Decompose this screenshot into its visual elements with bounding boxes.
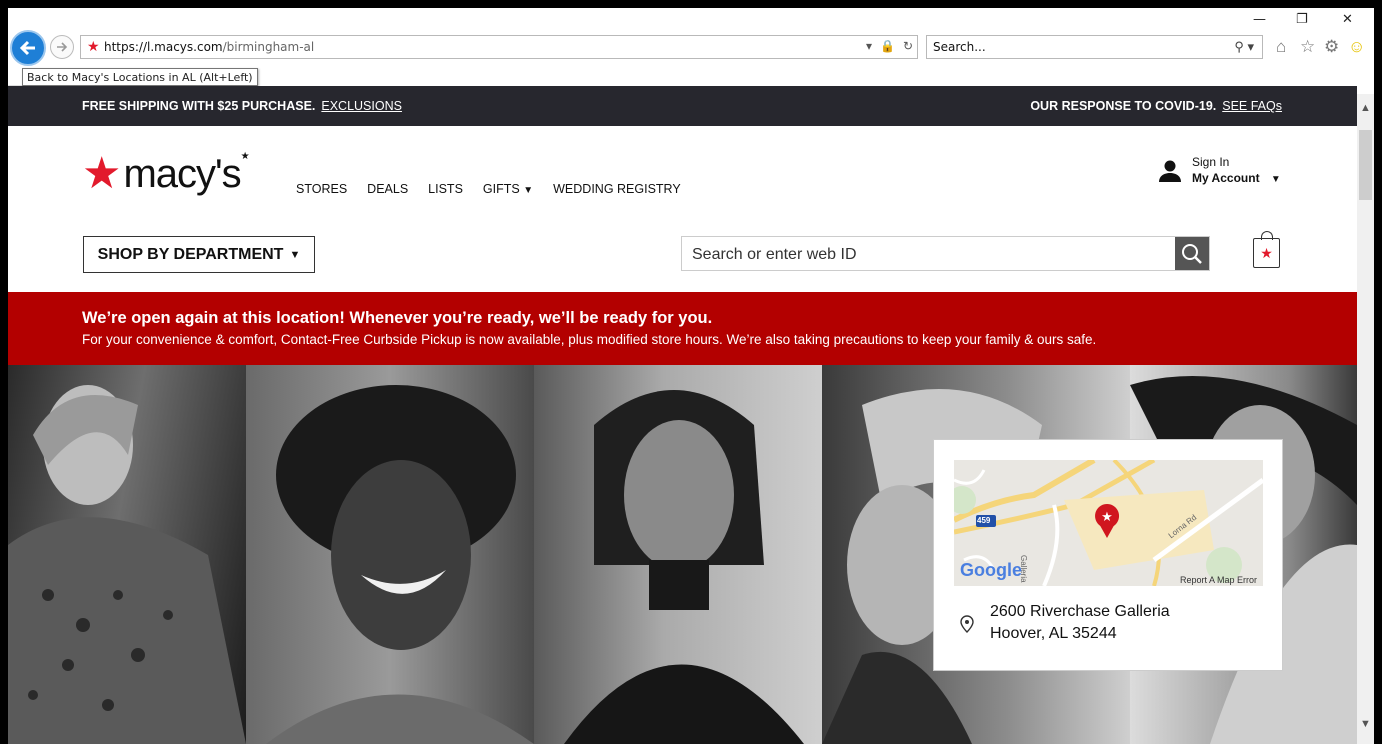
back-button[interactable] xyxy=(10,30,46,66)
home-icon[interactable]: ⌂ xyxy=(1276,37,1286,57)
scroll-up-icon[interactable]: ▲ xyxy=(1360,102,1371,114)
scrollbar-thumb[interactable] xyxy=(1359,130,1372,200)
macys-logo[interactable]: ★ macy's ★ xyxy=(82,149,250,198)
settings-gear-icon[interactable]: ⚙ xyxy=(1324,37,1339,57)
back-tooltip: Back to Macy's Locations in AL (Alt+Left… xyxy=(22,68,258,86)
model-portrait-2 xyxy=(266,385,534,744)
account-menu[interactable]: Sign In My Account ▼ xyxy=(1158,154,1281,188)
logo-small-star-icon: ★ xyxy=(240,150,250,162)
banner-headline: We’re open again at this location! Whene… xyxy=(82,309,713,327)
site-search-button[interactable] xyxy=(1175,237,1209,270)
browser-search-placeholder: Search... xyxy=(933,40,986,54)
url-host: https://l.macys.com xyxy=(104,40,223,54)
logo-wordmark: macy's xyxy=(123,152,241,196)
site-search-input[interactable]: Search or enter web ID xyxy=(681,236,1210,271)
nav-stores[interactable]: STORES xyxy=(296,182,347,196)
nav-gifts[interactable]: GIFTS ▼ xyxy=(483,182,533,196)
nav-gifts-label: GIFTS xyxy=(482,182,520,196)
restore-icon[interactable]: ❐ xyxy=(1296,12,1308,27)
smiley-feedback-icon[interactable]: ☺ xyxy=(1348,37,1365,57)
promo-bar: FREE SHIPPING WITH $25 PURCHASE. EXCLUSIO… xyxy=(8,86,1357,126)
nav-lists[interactable]: LISTS xyxy=(428,182,463,196)
store-map[interactable]: ★ 459 Galleria Lorna Rd Google Report A … xyxy=(954,460,1263,586)
forward-arrow-icon xyxy=(57,42,68,52)
nav-wedding-registry[interactable]: WEDDING REGISTRY xyxy=(553,182,681,196)
sign-in-link[interactable]: Sign In xyxy=(1192,154,1281,170)
search-icon[interactable]: ⚲ ▾ xyxy=(1234,39,1254,55)
hero-panel-3 xyxy=(534,365,822,744)
shopping-bag-button[interactable]: ★ xyxy=(1253,231,1280,268)
caret-down-icon: ▼ xyxy=(523,185,534,196)
free-shipping-text: FREE SHIPPING WITH $25 PURCHASE. xyxy=(82,99,316,113)
address-line-1: 2600 Riverchase Galleria xyxy=(990,603,1170,620)
covid-text: OUR RESPONSE TO COVID-19. xyxy=(1030,99,1217,113)
interstate-label: 459 xyxy=(977,516,991,525)
shop-by-department-label: SHOP BY DEPARTMENT xyxy=(97,245,284,263)
google-logo[interactable]: Google xyxy=(960,560,1022,581)
forward-button[interactable] xyxy=(50,35,74,59)
minimize-icon[interactable]: — xyxy=(1253,12,1266,27)
dropdown-icon[interactable]: ▾ xyxy=(866,39,872,53)
browser-chrome: — ❐ ✕ ★ https://l.macys.com/birmingham-a… xyxy=(8,8,1374,86)
refresh-icon[interactable]: ↻ xyxy=(903,39,913,53)
user-icon xyxy=(1159,160,1181,182)
see-faqs-link[interactable]: SEE FAQs xyxy=(1222,99,1282,113)
report-map-error-link[interactable]: Report A Map Error xyxy=(1180,575,1257,585)
search-icon xyxy=(1182,243,1202,264)
reopening-banner: We’re open again at this location! Whene… xyxy=(8,292,1357,365)
lock-icon[interactable]: 🔒 xyxy=(880,39,895,53)
hero-panel-1 xyxy=(8,365,246,744)
store-location-card: ★ 459 Galleria Lorna Rd Google Report A … xyxy=(933,439,1283,671)
location-pin-icon xyxy=(960,615,974,633)
browser-window: — ❐ ✕ ★ https://l.macys.com/birmingham-a… xyxy=(8,8,1374,744)
scroll-down-icon[interactable]: ▼ xyxy=(1360,718,1371,730)
browser-search-box[interactable]: Search... ⚲ ▾ xyxy=(926,35,1263,59)
nav-deals[interactable]: DEALS xyxy=(367,182,408,196)
back-arrow-icon xyxy=(19,40,35,56)
svg-text:★: ★ xyxy=(1101,510,1113,525)
page-scrollbar[interactable]: ▲ ▼ xyxy=(1357,94,1374,744)
exclusions-link[interactable]: EXCLUSIONS xyxy=(321,99,402,113)
model-portrait-3 xyxy=(564,390,804,744)
my-account-link[interactable]: My Account xyxy=(1192,171,1260,185)
hero-panel-2 xyxy=(246,365,534,744)
shop-by-department-button[interactable]: SHOP BY DEPARTMENT ▼ xyxy=(83,236,315,273)
url-path: /birmingham-al xyxy=(222,40,315,54)
close-icon[interactable]: ✕ xyxy=(1342,12,1353,27)
banner-body: For your convenience & comfort, Contact-… xyxy=(82,332,1097,347)
main-nav: STORES DEALS LISTS GIFTS ▼ WEDDING REGIS… xyxy=(296,182,681,196)
address-bar[interactable]: ★ https://l.macys.com/birmingham-al ▾ 🔒 … xyxy=(80,35,918,59)
model-portrait-1 xyxy=(8,385,246,744)
site-search-placeholder: Search or enter web ID xyxy=(692,246,857,263)
address-line-2: Hoover, AL 35244 xyxy=(990,625,1117,642)
macys-star-icon: ★ xyxy=(82,149,122,198)
caret-down-icon: ▼ xyxy=(1270,174,1281,185)
favorites-star-icon[interactable]: ☆ xyxy=(1300,37,1315,57)
bag-star-icon: ★ xyxy=(1260,244,1273,261)
caret-down-icon: ▼ xyxy=(289,248,301,261)
macys-favicon-icon: ★ xyxy=(87,38,100,54)
